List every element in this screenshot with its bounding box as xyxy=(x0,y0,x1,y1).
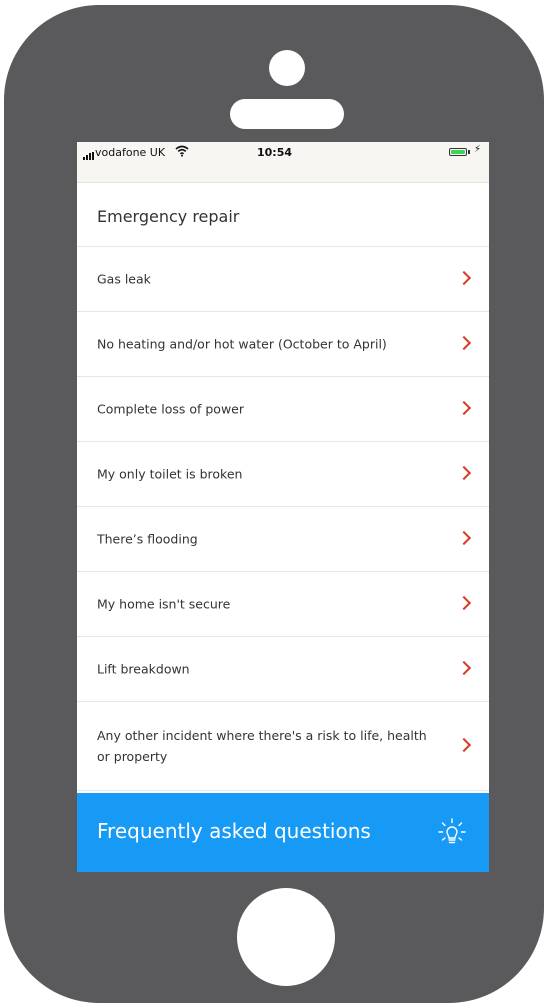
chevron-right-icon xyxy=(456,530,472,546)
faq-button[interactable]: Frequently asked questions xyxy=(77,793,489,872)
list-item-gas-leak[interactable]: Gas leak xyxy=(77,247,489,312)
battery-tip xyxy=(468,150,470,154)
list-item-label: Lift breakdown xyxy=(97,661,190,677)
status-time: 10:54 xyxy=(257,146,293,159)
page-title: Emergency repair xyxy=(97,207,240,226)
chevron-right-icon xyxy=(456,400,472,416)
chevron-right-icon xyxy=(456,335,472,351)
list-item-label: Gas leak xyxy=(97,271,151,287)
repair-options-list: Gas leak No heating and/or hot water (Oc… xyxy=(77,247,489,791)
lightbulb-icon xyxy=(438,818,466,844)
list-item-label: There’s flooding xyxy=(97,531,198,547)
list-item-flooding[interactable]: There’s flooding xyxy=(77,507,489,572)
charging-bolt-icon: ⚡ xyxy=(474,144,482,155)
earpiece-speaker xyxy=(230,99,344,129)
list-item-label: Any other incident where there's a risk … xyxy=(97,728,427,764)
list-item-label: No heating and/or hot water (October to … xyxy=(97,336,387,352)
chevron-right-icon xyxy=(456,595,472,611)
chevron-right-icon xyxy=(456,465,472,481)
home-button[interactable] xyxy=(237,888,335,986)
front-camera xyxy=(269,50,305,86)
list-item-other-incident[interactable]: Any other incident where there's a risk … xyxy=(77,702,489,791)
list-item-label: My only toilet is broken xyxy=(97,466,243,482)
signal-strength-icon xyxy=(83,152,94,160)
list-item-loss-of-power[interactable]: Complete loss of power xyxy=(77,377,489,442)
battery-level xyxy=(451,150,465,154)
faq-label: Frequently asked questions xyxy=(97,819,371,843)
carrier-name: vodafone UK xyxy=(95,146,166,159)
list-item-lift-breakdown[interactable]: Lift breakdown xyxy=(77,637,489,702)
list-item-no-heating[interactable]: No heating and/or hot water (October to … xyxy=(77,312,489,377)
list-item-toilet-broken[interactable]: My only toilet is broken xyxy=(77,442,489,507)
chevron-right-icon xyxy=(456,270,472,286)
app-screen: vodafone UK 10:54 ⚡ Emergency repair Gas… xyxy=(77,142,489,872)
list-item-label: Complete loss of power xyxy=(97,401,244,417)
status-bar: vodafone UK 10:54 ⚡ xyxy=(77,142,489,183)
list-item-label: My home isn't secure xyxy=(97,596,231,612)
chevron-right-icon xyxy=(456,660,472,676)
list-item-home-not-secure[interactable]: My home isn't secure xyxy=(77,572,489,637)
chevron-right-icon xyxy=(456,737,472,753)
battery-icon xyxy=(449,148,467,156)
page-header: Emergency repair xyxy=(77,183,489,247)
wifi-icon xyxy=(175,145,189,157)
